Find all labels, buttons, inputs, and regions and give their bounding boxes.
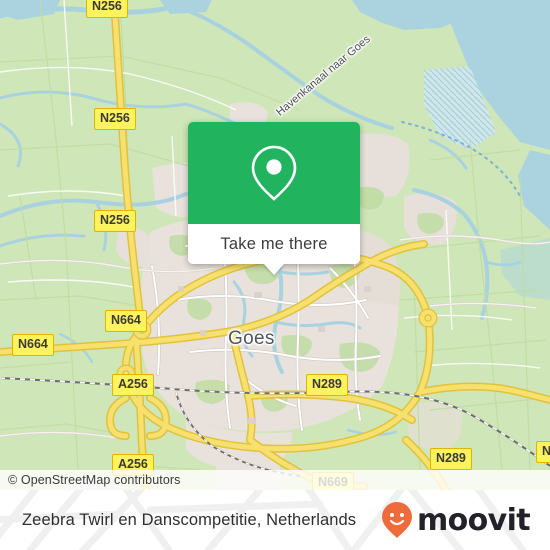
map-attribution-text: © OpenStreetMap contributors [8, 473, 181, 487]
place-callout-popup[interactable]: Take me there [188, 122, 360, 275]
map-pin-icon [251, 145, 297, 201]
road-shield-n664-left[interactable]: N664 [12, 334, 54, 356]
place-title: Zeebra Twirl en Danscompetitie, Netherla… [22, 490, 356, 550]
road-shield-n256-upper[interactable]: N256 [94, 108, 136, 130]
map-attribution-bar: © OpenStreetMap contributors [0, 470, 550, 490]
moovit-pin-smiley-icon [381, 502, 412, 538]
popup-pointer-tail [263, 263, 285, 275]
moovit-map-screenshot: N256 N256 N256 N664 N664 A256 A256 N289 … [0, 0, 550, 550]
popup-cta-button[interactable]: Take me there [188, 224, 360, 264]
road-shield-n256-top[interactable]: N256 [86, 0, 128, 18]
moovit-brand-logo[interactable]: moovit [381, 490, 531, 550]
road-shield-n289-center[interactable]: N289 [306, 374, 348, 396]
popup-cta-label: Take me there [220, 234, 328, 253]
road-shield-n664-center[interactable]: N664 [105, 310, 147, 332]
footer-bar: Zeebra Twirl en Danscompetitie, Netherla… [0, 490, 550, 550]
road-shield-n256-mid[interactable]: N256 [94, 210, 136, 232]
road-shield-n289-right[interactable]: N289 [430, 448, 472, 470]
road-shield-n-edge-clipped[interactable]: N [536, 441, 550, 463]
road-shield-a256-upper[interactable]: A256 [112, 374, 154, 396]
map-label-goes: Goes [228, 328, 275, 349]
popup-header [188, 122, 360, 224]
place-title-text: Zeebra Twirl en Danscompetitie, Netherla… [22, 510, 357, 529]
moovit-wordmark: moovit [416, 502, 531, 538]
map-canvas[interactable]: N256 N256 N256 N664 N664 A256 A256 N289 … [0, 0, 550, 490]
